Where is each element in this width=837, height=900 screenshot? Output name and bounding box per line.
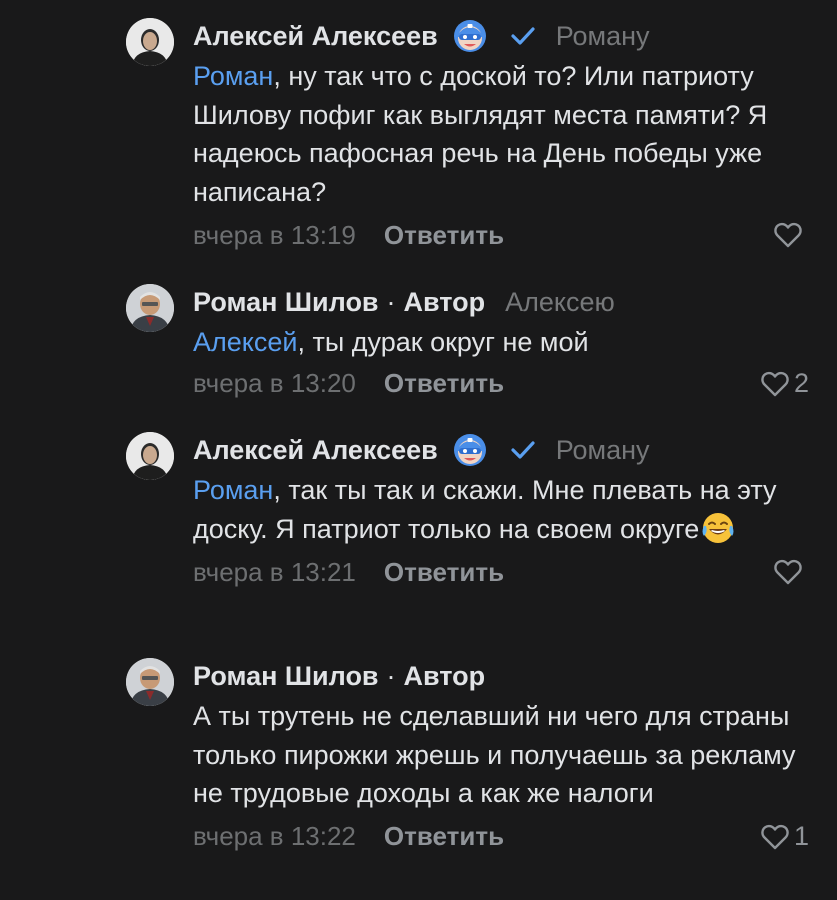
author-name[interactable]: Алексей Алексеев [193, 435, 438, 466]
comment-text: Роман, так ты так и скажи. Мне плевать н… [193, 471, 807, 548]
author-name[interactable]: Роман Шилов [193, 661, 379, 692]
like-count: 1 [793, 821, 809, 851]
timestamp: вчера в 13:20 [193, 368, 356, 398]
superhero-mask-badge-icon [453, 20, 486, 52]
heart-outline-icon [774, 222, 802, 248]
superhero-mask-badge-icon [453, 434, 486, 466]
avatar-roman[interactable] [126, 284, 174, 332]
comment-text-body: , так ты так и скажи. Мне плевать на эту… [193, 475, 777, 544]
reply-button[interactable]: Ответить [384, 220, 504, 251]
comment-text: Алексей, ты дурак округ не мой [193, 323, 807, 362]
comment-text: Роман, ну так что с доской то? Или патри… [193, 57, 807, 211]
user-avatar-icon [126, 284, 174, 332]
reply-button[interactable]: Ответить [384, 821, 504, 852]
comment-footer: вчера в 13:19 Ответить [193, 215, 807, 255]
comment-body: Алексей Алексеев Роману Роман, ну так чт… [193, 16, 807, 255]
reply-to-link[interactable]: Роману [556, 21, 650, 52]
reply-to-link[interactable]: Роману [556, 435, 650, 466]
author-role-badge: Автор [403, 660, 486, 691]
avatar-roman[interactable] [126, 658, 174, 706]
author-name[interactable]: Роман Шилов [193, 287, 379, 318]
author-role-badge: Автор [403, 286, 486, 317]
timestamp: вчера в 13:21 [193, 556, 356, 587]
user-avatar-icon [126, 432, 174, 480]
comment-footer: вчера в 13:20 Ответить 2 [193, 364, 809, 404]
reply-button[interactable]: Ответить [384, 368, 504, 399]
like-button[interactable]: 1 [760, 817, 809, 857]
author-name[interactable]: Алексей Алексеев [193, 21, 438, 52]
reply-to-link[interactable]: Алексею [505, 287, 615, 318]
mention-link[interactable]: Роман [193, 61, 273, 91]
avatar-alexey[interactable] [126, 432, 174, 480]
like-button[interactable] [773, 552, 807, 592]
like-count: 2 [793, 368, 809, 398]
comment-footer: вчера в 13:21 Ответить [193, 552, 807, 592]
comment-header: Роман Шилов · Автор [193, 656, 807, 696]
timestamp: вчера в 13:22 [193, 821, 356, 851]
heart-outline-icon [761, 824, 789, 849]
comment-body: Алексей Алексеев Роману Роман, так ты та… [193, 430, 807, 592]
like-button[interactable]: 2 [760, 364, 809, 404]
comment-text-body: , ну так что с доской то? Или патриоту Ш… [193, 61, 768, 207]
heart-outline-icon [761, 371, 789, 396]
comment-text-body: , ты дурак округ не мой [297, 327, 589, 357]
reply-button[interactable]: Ответить [384, 557, 504, 588]
comment-text-body: А ты трутень не сделавший ни чего для ст… [193, 701, 796, 808]
comment-body: Роман Шилов · Автор Алексею Алексей, ты … [193, 282, 809, 404]
user-avatar-icon [126, 658, 174, 706]
mention-link[interactable]: Роман [193, 475, 273, 505]
check-icon [511, 27, 535, 45]
separator-dot: · [386, 660, 396, 691]
avatar-alexey[interactable] [126, 18, 174, 66]
check-icon [511, 441, 535, 459]
comment-text: А ты трутень не сделавший ни чего для ст… [193, 697, 807, 813]
timestamp: вчера в 13:19 [193, 219, 356, 250]
comment-header: Алексей Алексеев Роману [193, 16, 807, 56]
separator-dot: · [386, 286, 396, 317]
comment-body: Роман Шилов · Автор А ты трутень не сдел… [193, 656, 809, 857]
tears-of-joy-emoji-icon [702, 512, 734, 543]
user-avatar-icon [126, 18, 174, 66]
heart-outline-icon [774, 559, 802, 585]
comment-header: Роман Шилов · Автор Алексею [193, 282, 807, 322]
comment-footer: вчера в 13:22 Ответить 1 [193, 817, 809, 857]
mention-link[interactable]: Алексей [193, 327, 298, 357]
like-button[interactable] [773, 215, 807, 255]
comment-header: Алексей Алексеев Роману [193, 430, 807, 470]
